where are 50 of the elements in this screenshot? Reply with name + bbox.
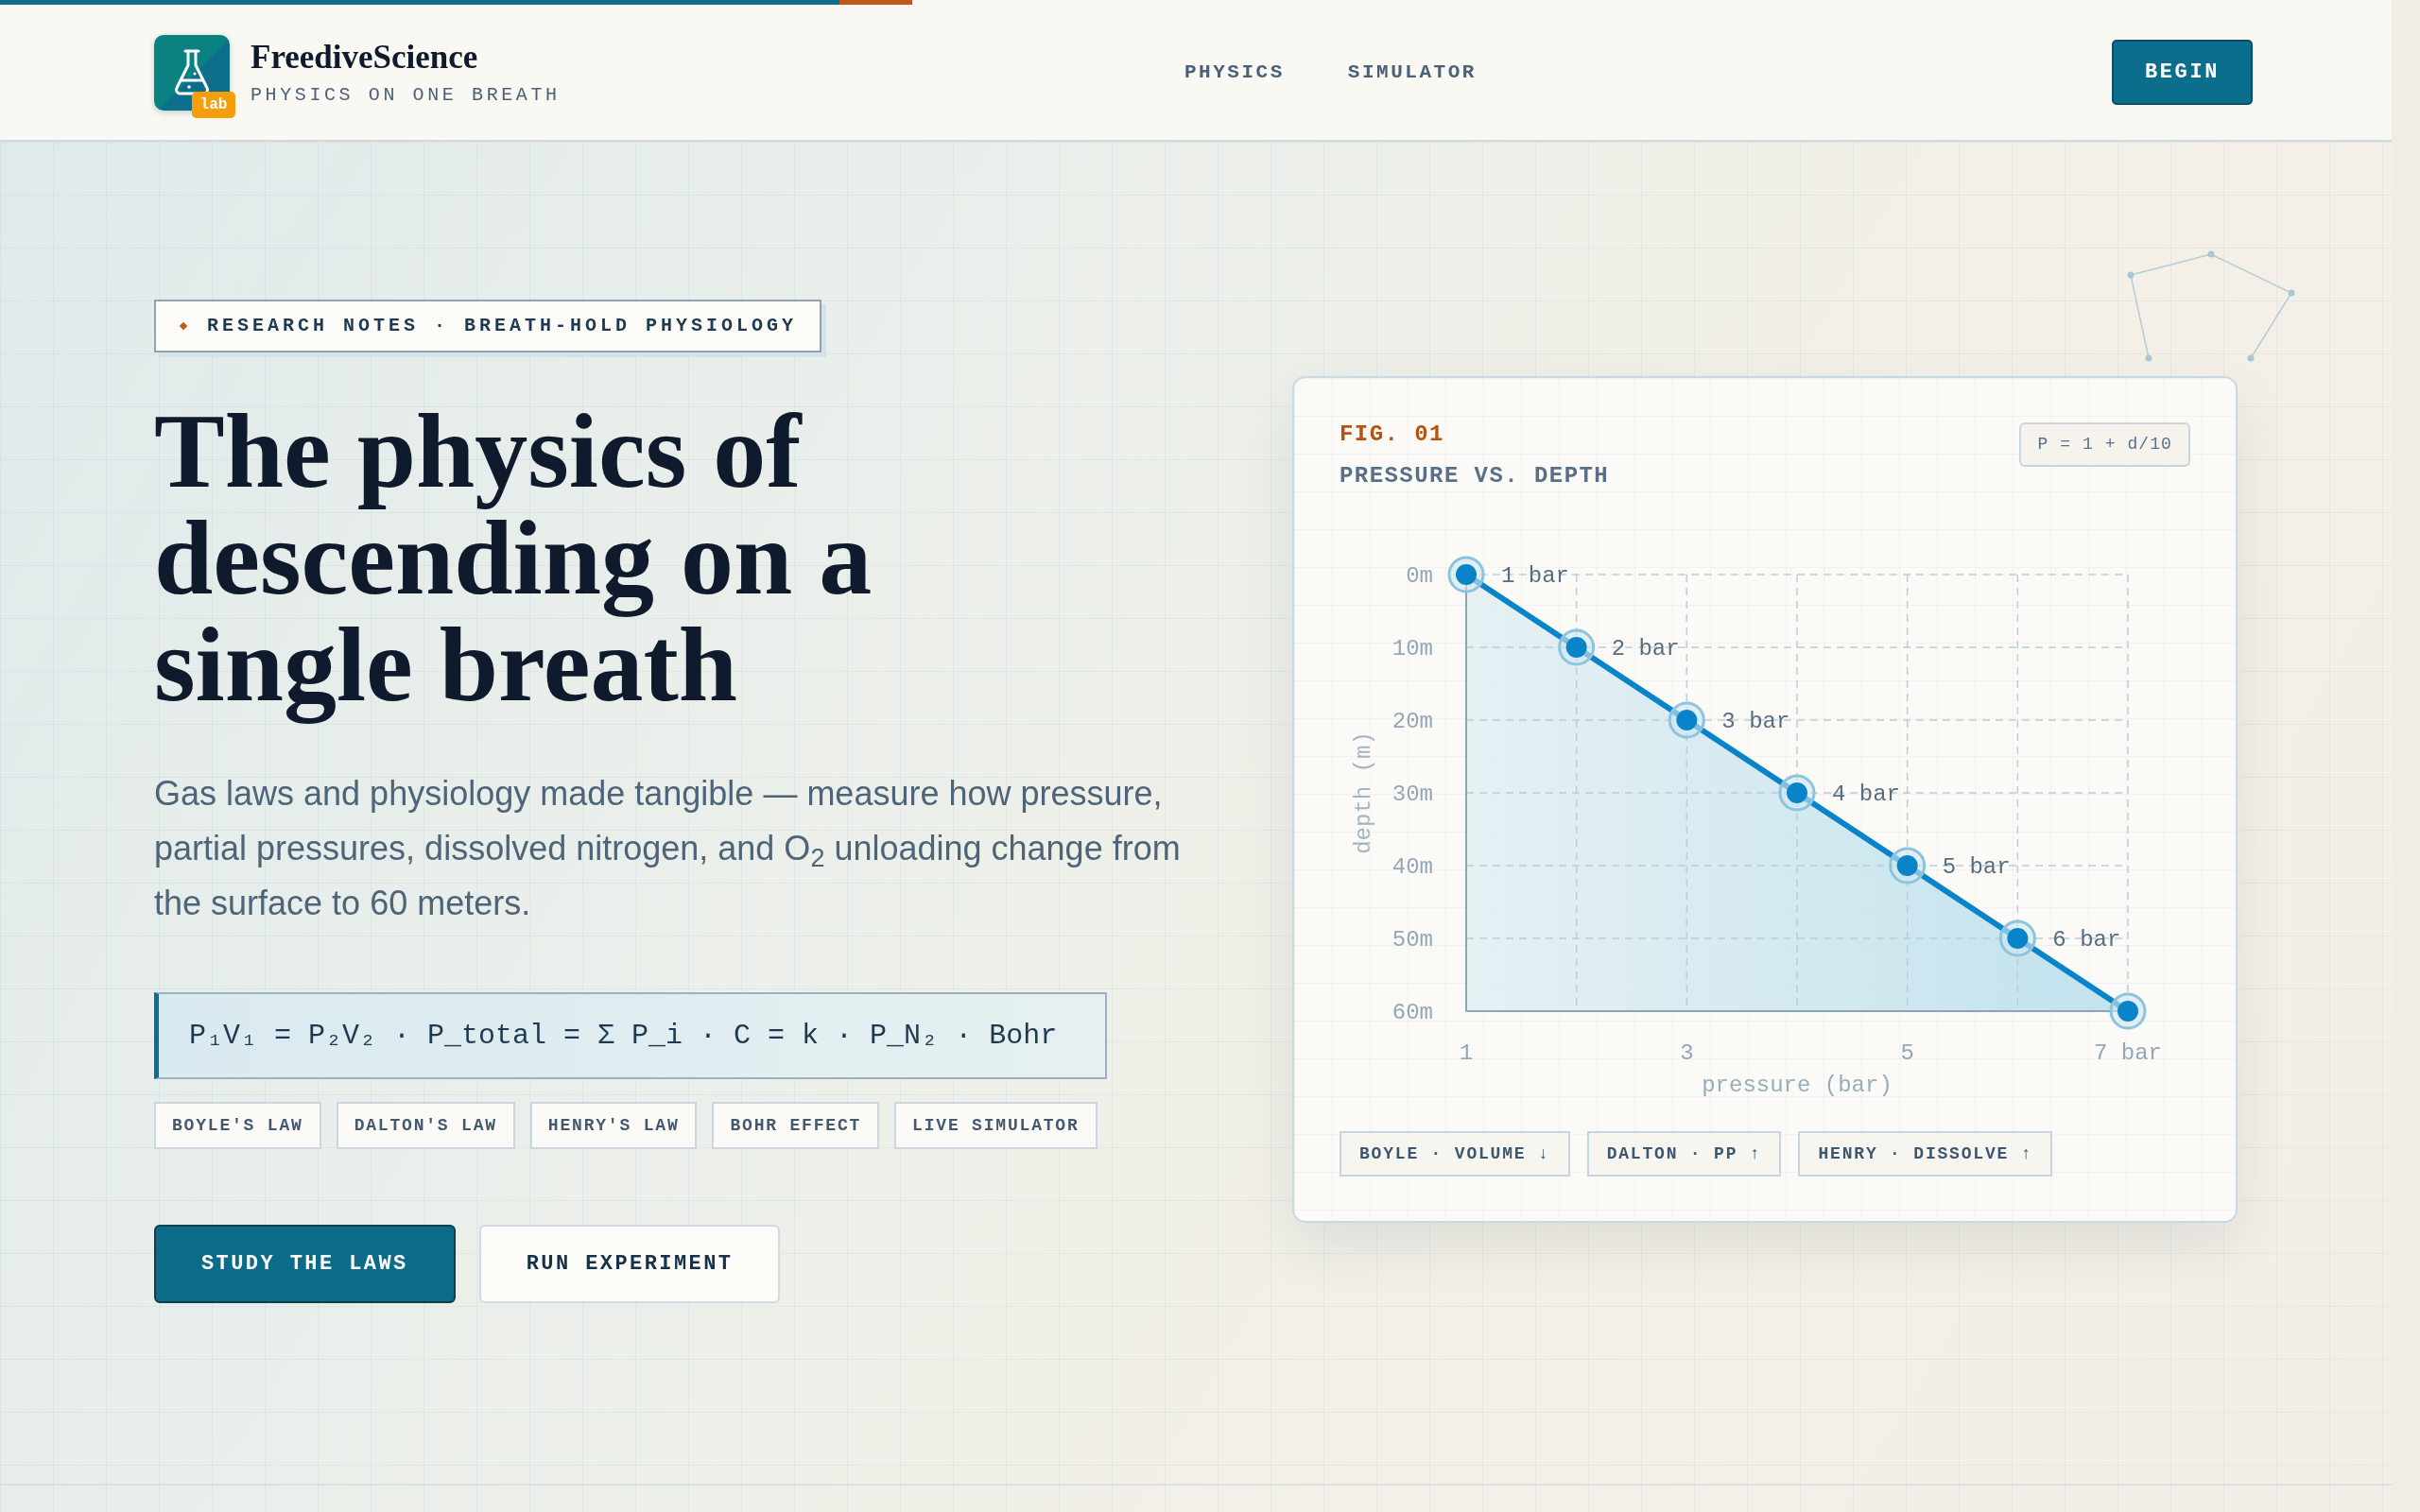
point-label: 3 bar <box>1721 709 1790 734</box>
topic-tag: BOYLE'S LAW <box>154 1102 321 1149</box>
lab-badge: lab <box>192 91 235 118</box>
topic-tag: HENRY'S LAW <box>529 1102 698 1149</box>
axis-tick-label: 5 <box>1900 1040 1914 1066</box>
formula-text: P₁V₁ = P₂V₂ · P_total = Σ P_i · C = k · P_N₂ · Bohr <box>189 1018 1058 1054</box>
axis-tick-label: 60m <box>1392 1000 1433 1025</box>
data-point <box>2109 992 2147 1030</box>
point-label: 2 bar <box>1611 636 1680 662</box>
axis-tick-label: 7 bar <box>2094 1040 2162 1066</box>
data-point <box>1558 628 1596 666</box>
data-point <box>1668 701 1705 739</box>
topic-tag: BOHR EFFECT <box>712 1102 880 1149</box>
topic-tag: DALTON'S LAW <box>336 1102 515 1149</box>
axis-tick-label: 1 <box>1459 1040 1474 1066</box>
axis-tick-label: 20m <box>1392 709 1433 734</box>
section-label-text: RESEARCH NOTES · BREATH-HOLD PHYSIOLOGY <box>207 314 798 338</box>
experiment-button[interactable]: RUN EXPERIMENT <box>478 1225 781 1303</box>
begin-button[interactable]: BEGIN <box>2112 40 2253 105</box>
axis-tick-label: 3 <box>1680 1040 1694 1066</box>
brand-tagline: PHYSICS ON ONE BREATH <box>251 83 561 107</box>
chart-title: PRESSURE VS. DEPTH <box>1340 462 1610 490</box>
axis-tick-label: 30m <box>1392 782 1433 807</box>
data-point <box>1447 556 1485 593</box>
point-label: 6 bar <box>2052 927 2121 953</box>
topic-tag: LIVE SIMULATOR <box>894 1102 1098 1149</box>
axis-title: depth (m) <box>1351 731 1376 854</box>
legend-chip: HENRY · DISSOLVE ↑ <box>1798 1131 2053 1177</box>
legend-chip: DALTON · PP ↑ <box>1586 1131 1782 1177</box>
axis-tick-label: 0m <box>1406 563 1433 589</box>
data-point <box>1778 774 1816 812</box>
formula-chip: P = 1 + d/10 <box>2019 422 2190 467</box>
point-label: 1 bar <box>1501 563 1569 589</box>
study-button[interactable]: STUDY THE LAWS <box>154 1225 456 1303</box>
axis-title: pressure (bar) <box>1702 1073 1893 1098</box>
point-label: 5 bar <box>1942 854 2011 880</box>
axis-tick-label: 10m <box>1392 636 1433 662</box>
point-label: 4 bar <box>1832 782 1900 807</box>
flask-icon <box>173 48 211 96</box>
axis-tick-label: 40m <box>1392 854 1433 880</box>
data-point <box>1889 847 1927 885</box>
nav-link[interactable]: PHYSICS <box>1184 57 1285 88</box>
data-point <box>1998 919 2036 957</box>
nav-link[interactable]: SIMULATOR <box>1347 57 1477 88</box>
legend-chip: BOYLE · VOLUME ↓ <box>1340 1131 1570 1177</box>
hero-description: Gas laws and physiology made tangible — measure how pressure, partial pressures, dissolved nitrogen, and O$_{2}$ unloading change from the surface to 60 meters. <box>154 773 1182 924</box>
brand-name: FreediveScience <box>251 38 479 77</box>
hero-title: The physics of descending on a single breath <box>154 398 873 726</box>
figure-label: FIG. 01 <box>1340 421 1445 449</box>
axis-tick-label: 50m <box>1392 927 1433 953</box>
